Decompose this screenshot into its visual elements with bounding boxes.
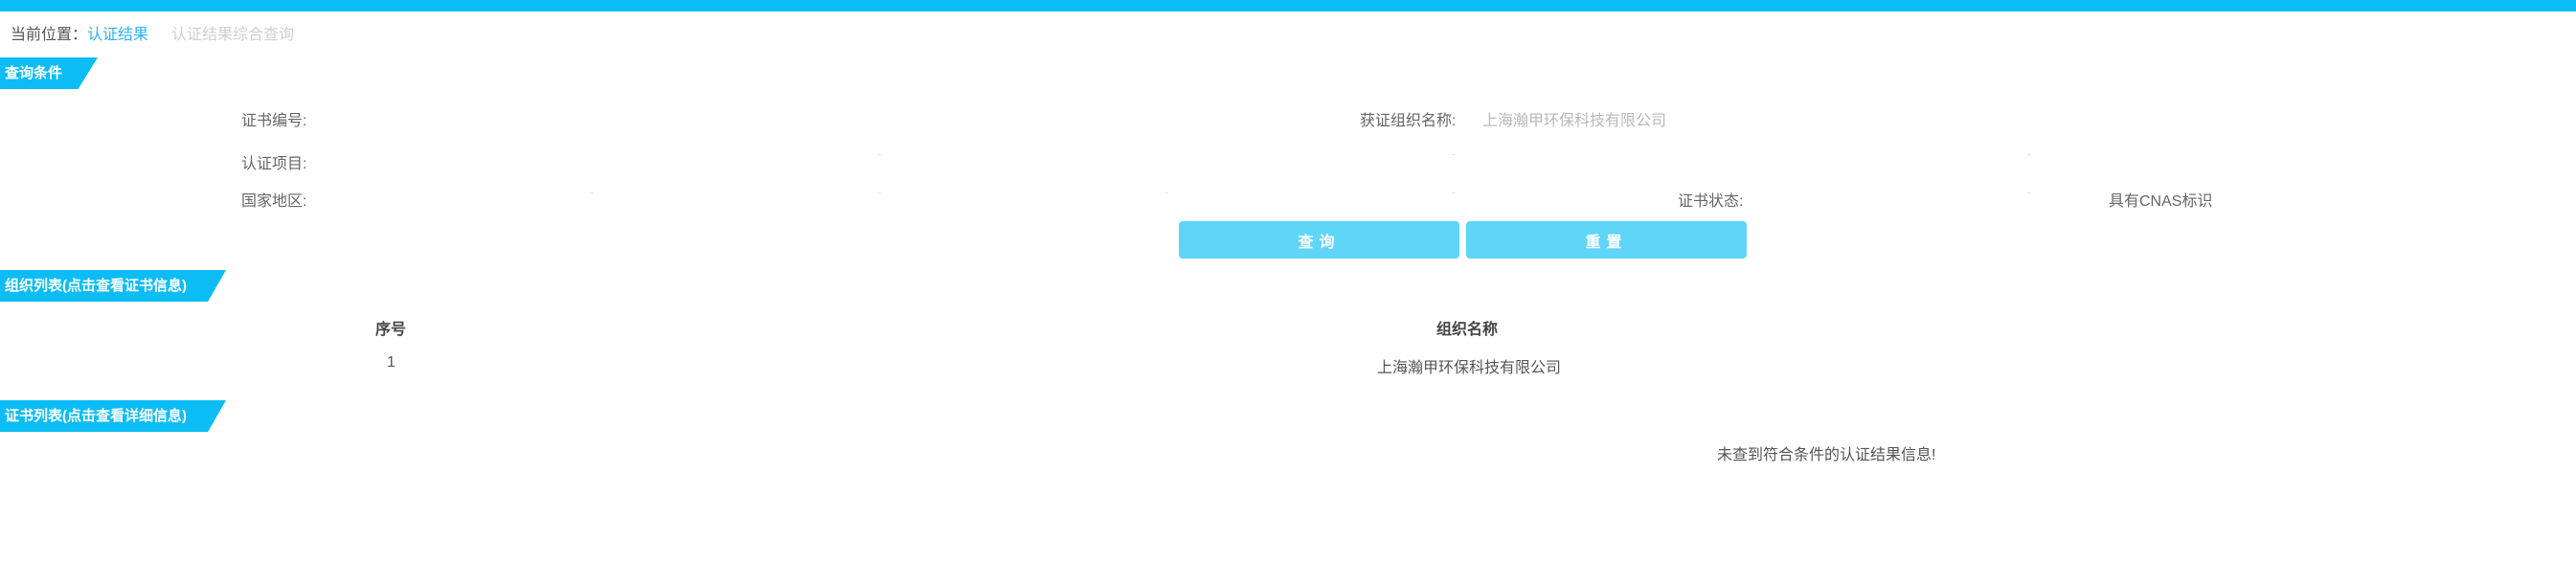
org-row-index: 1 bbox=[387, 354, 395, 371]
breadcrumb-prefix: 当前位置： bbox=[11, 27, 88, 43]
project-select-a[interactable] bbox=[877, 154, 881, 155]
cnas-checkbox-label[interactable]: 具有CNAS标识 bbox=[2109, 188, 2212, 211]
section-cert-list-header: 证书列表(点击查看详细信息) bbox=[0, 400, 226, 432]
reset-button[interactable]: 重置 bbox=[1466, 221, 1747, 259]
project-select-c[interactable] bbox=[2027, 154, 2031, 155]
org-name-label: 获证组织名称: bbox=[1360, 113, 1457, 129]
project-select-b[interactable] bbox=[1452, 154, 1456, 155]
section-query-header: 查询条件 bbox=[0, 57, 98, 89]
cert-no-label: 证书编号: bbox=[241, 113, 307, 129]
region-select-c[interactable] bbox=[1164, 192, 1168, 193]
region-select-d[interactable] bbox=[1452, 192, 1456, 193]
breadcrumb: 当前位置：认证结果 认证结果综合查询 bbox=[11, 21, 294, 44]
query-button[interactable]: 查询 bbox=[1179, 221, 1459, 259]
breadcrumb-sub: 认证结果综合查询 bbox=[171, 27, 295, 43]
region-label: 国家地区: bbox=[241, 193, 307, 210]
org-row-name-link[interactable]: 上海瀚甲环保科技有限公司 bbox=[1377, 354, 1561, 377]
top-accent-bar bbox=[0, 0, 2576, 11]
org-name-input[interactable]: 上海瀚甲环保科技有限公司 bbox=[1482, 107, 1666, 130]
org-table-header-index: 序号 bbox=[375, 322, 407, 338]
region-select-b[interactable] bbox=[877, 192, 881, 193]
breadcrumb-link-current[interactable]: 认证结果 bbox=[87, 27, 148, 43]
cert-empty-message: 未查到符合条件的认证结果信息! bbox=[1717, 447, 1936, 463]
status-label: 证书状态: bbox=[1678, 193, 1744, 210]
project-label: 认证项目: bbox=[241, 156, 307, 172]
org-table-header-name: 组织名称 bbox=[1436, 322, 1499, 338]
status-select[interactable] bbox=[2027, 192, 2031, 193]
section-org-list-header: 组织列表(点击查看证书信息) bbox=[0, 270, 226, 302]
region-select-a[interactable] bbox=[590, 192, 594, 193]
